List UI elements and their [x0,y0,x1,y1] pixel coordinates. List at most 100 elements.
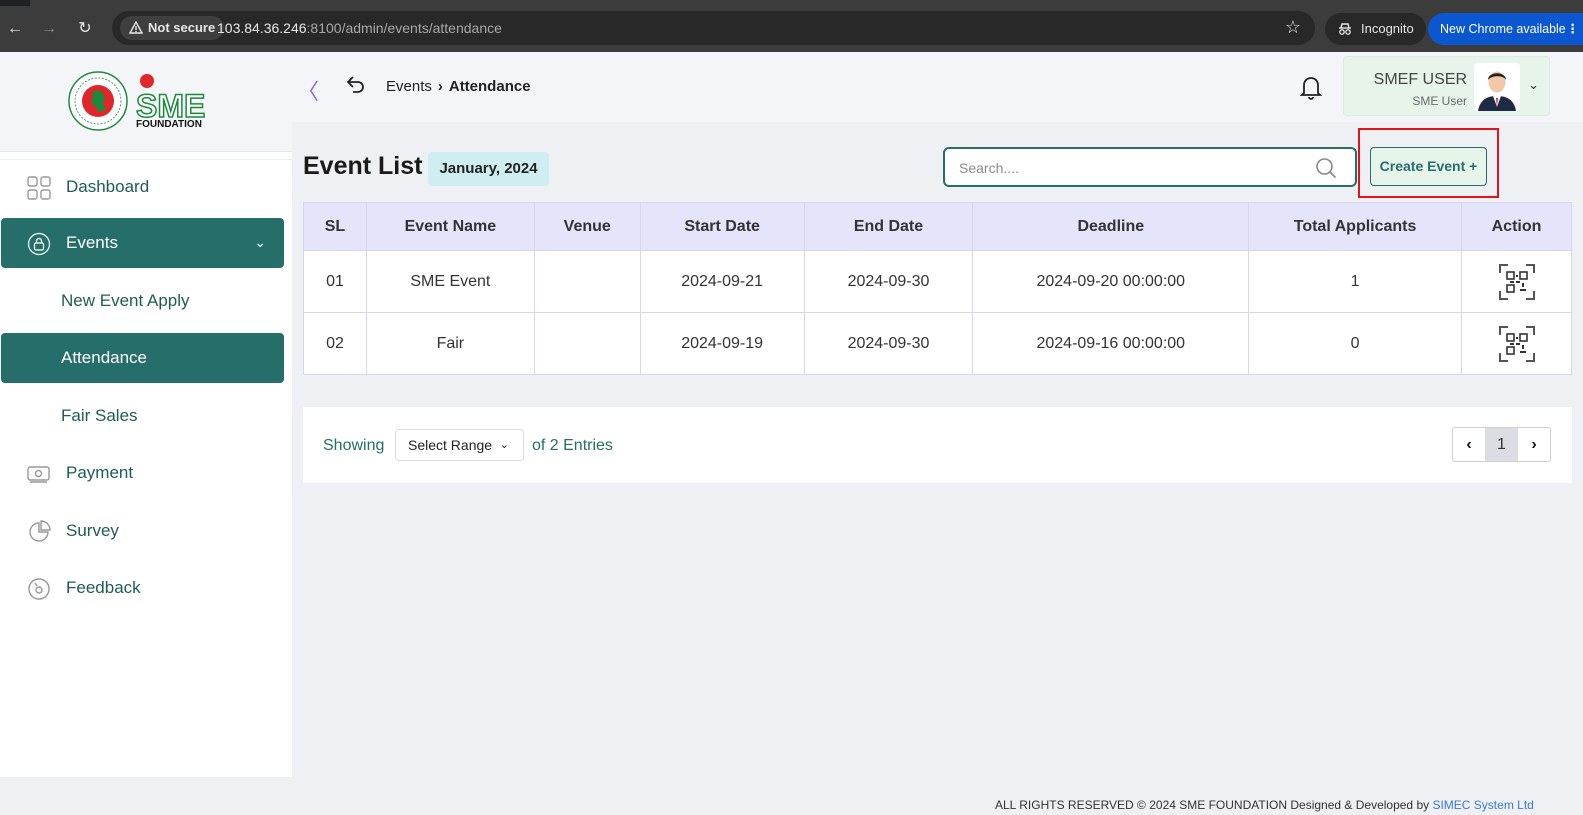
lock-circle-icon [27,232,51,256]
footer: ALL RIGHTS RESERVED © 2024 SME FOUNDATIO… [292,787,1583,815]
forward-arrow-icon[interactable]: → [38,18,60,40]
column-header: Deadline [972,202,1250,251]
cell-deadline: 2024-09-16 00:00:00 [972,312,1250,375]
url-host: 103.84.36.246 [217,20,307,36]
column-header: Event Name [365,202,535,251]
logo-subtext: FOUNDATION [136,119,202,130]
grid-icon [27,176,51,200]
qr-scan-icon[interactable] [1498,325,1536,363]
cell-venue [533,250,641,313]
address-bar[interactable]: Not secure 103.84.36.246:8100/admin/even… [112,11,1315,45]
range-select[interactable]: Select Range ⌄ [395,429,524,461]
back-arrow-icon[interactable]: ← [4,18,26,40]
sidebar-menu: Dashboard Events ⌄ New Event Apply Atten… [0,159,292,774]
avatar [1474,63,1520,111]
cell-deadline: 2024-09-20 00:00:00 [972,250,1250,313]
incognito-chip[interactable]: Incognito [1325,13,1426,45]
incognito-label: Incognito [1361,21,1414,36]
chevron-down-icon: ⌄ [254,234,266,250]
sidebar-item-label: Dashboard [66,177,150,196]
cell-total-applicants: 0 [1248,312,1462,375]
previous-page-button[interactable]: ‹ [1453,428,1485,461]
cell-action [1461,250,1572,313]
sidebar-item-fair-sales[interactable]: Fair Sales [1,391,284,441]
sidebar-item-label: Feedback [66,578,141,597]
sidebar-item-survey[interactable]: Survey [1,506,284,556]
footer-text: ALL RIGHTS RESERVED © 2024 SME FOUNDATIO… [995,798,1534,812]
sidebar: SME FOUNDATION Dashboard Events ⌄ New Ev… [0,52,292,815]
kebab-menu-icon[interactable]: ⋮ [1567,13,1580,45]
pager: ‹ 1 › [1452,427,1551,462]
cell-start-date: 2024-09-19 [639,312,805,375]
security-chip[interactable]: Not secure [120,16,225,40]
url-text[interactable]: 103.84.36.246:8100/admin/events/attendan… [217,20,502,36]
pagination-panel: Showing Select Range ⌄ of 2 Entries ‹ 1 … [303,407,1572,483]
cell-event-name: Fair [365,312,535,375]
user-role: SME User [1412,94,1467,108]
cell-sl: 01 [303,250,367,313]
column-header: Start Date [639,202,805,251]
column-header: Venue [533,202,641,251]
sidebar-item-label: Attendance [61,348,148,367]
sidebar-item-label: Events [66,233,118,252]
collapse-sidebar-icon[interactable]: 〈 [297,74,319,106]
page-number-button[interactable]: 1 [1485,428,1518,461]
update-label: New Chrome available [1440,22,1566,36]
undo-back-icon[interactable] [344,74,366,96]
qr-scan-icon[interactable] [1498,263,1536,301]
cell-end-date: 2024-09-30 [803,312,974,375]
column-header: Action [1461,202,1572,251]
copyright-text: ALL RIGHTS RESERVED © 2024 SME FOUNDATIO… [995,798,1430,812]
search-icon[interactable] [1315,157,1337,179]
chevron-down-icon: ⌄ [499,439,509,451]
next-page-button[interactable]: › [1518,428,1550,461]
user-menu[interactable]: SMEF USER SME User ⌄ [1343,56,1550,116]
cell-venue [533,312,641,375]
showing-label: Showing [323,437,385,454]
sidebar-item-feedback[interactable]: Feedback [1,563,284,613]
search-input[interactable] [959,157,1299,179]
sidebar-item-label: Payment [66,463,134,482]
money-icon [27,466,50,483]
chevron-right-icon: › [437,78,443,95]
breadcrumb: Events › Attendance [386,78,531,95]
cell-end-date: 2024-09-30 [803,250,974,313]
warning-icon [129,21,143,34]
sme-foundation-logo[interactable]: SME FOUNDATION [68,70,228,132]
column-header: End Date [803,202,974,251]
bookmark-star-icon[interactable]: ☆ [1285,17,1301,38]
breadcrumb-events[interactable]: Events [386,78,432,95]
url-path: :8100/admin/events/attendance [306,20,502,36]
top-bar: 〈 Events › Attendance SMEF USER SME User ⌄ [292,52,1583,122]
sidebar-item-new-event-apply[interactable]: New Event Apply [1,276,284,326]
create-event-button[interactable]: Create Event + [1370,147,1487,186]
sidebar-item-label: Survey [66,521,119,540]
reload-icon[interactable]: ↻ [74,18,96,40]
cell-event-name: SME Event [365,250,535,313]
breadcrumb-current: Attendance [448,78,531,95]
developer-link[interactable]: SIMEC System Ltd [1432,798,1533,812]
update-chrome-button[interactable]: New Chrome available ⋮ [1428,13,1583,45]
main-content: Event List January, 2024 Create Event + … [292,122,1583,787]
browser-toolbar: ← → ↻ Not secure 103.84.36.246:8100/admi… [0,6,1583,52]
events-table: SL Event Name Venue Start Date End Date … [303,202,1572,375]
logo-area: SME FOUNDATION [0,52,292,152]
bell-icon[interactable] [1299,74,1323,100]
chevron-down-icon[interactable]: ⌄ [1528,77,1539,93]
cell-total-applicants: 1 [1248,250,1462,313]
table-row: 02 Fair 2024-09-19 2024-09-30 2024-09-16… [303,312,1572,375]
feedback-icon [28,578,50,600]
security-label: Not secure [148,20,216,35]
cell-action [1461,312,1572,375]
column-header: SL [303,202,367,251]
incognito-icon [1339,23,1351,35]
date-badge: January, 2024 [428,152,549,186]
sidebar-item-payment[interactable]: Payment [1,448,284,498]
search-box [943,147,1357,187]
sidebar-footer-space [0,777,292,815]
cell-sl: 02 [303,312,367,375]
pie-chart-icon [29,520,51,542]
sidebar-item-events[interactable]: Events ⌄ [1,218,284,268]
sidebar-item-attendance[interactable]: Attendance [1,333,284,383]
sidebar-item-dashboard[interactable]: Dashboard [1,162,284,212]
